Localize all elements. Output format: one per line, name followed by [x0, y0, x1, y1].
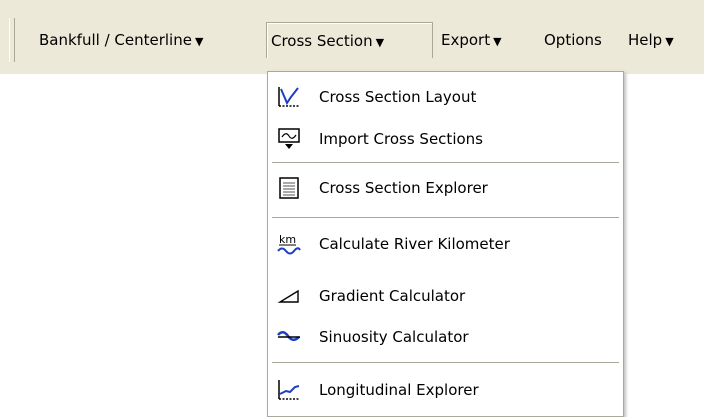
- cross-section-explorer-icon: [276, 176, 302, 200]
- menu-separator: [272, 162, 619, 164]
- menu-separator: [272, 362, 619, 364]
- cross-section-dropdown: Cross Section Layout Import Cross Sectio…: [267, 71, 624, 417]
- menu-bankfull-centerline[interactable]: Bankfull / Centerline ▼: [35, 22, 207, 58]
- menu-item-gradient-calculator[interactable]: Gradient Calculator: [268, 279, 623, 313]
- import-cross-sections-icon: [276, 127, 302, 151]
- menu-export-label: Export: [441, 31, 491, 49]
- menu-item-cross-section-explorer[interactable]: Cross Section Explorer: [268, 171, 623, 205]
- chevron-down-icon: ▼: [194, 35, 204, 48]
- menu-item-label: Import Cross Sections: [319, 130, 483, 148]
- cross-section-layout-icon: [276, 85, 302, 109]
- menu-item-cross-section-layout[interactable]: Cross Section Layout: [268, 80, 623, 114]
- menu-item-label: Sinuosity Calculator: [319, 328, 469, 346]
- menu-toolbar: Bankfull / Centerline ▼ Cross Section ▼ Ex…: [0, 0, 704, 74]
- longitudinal-explorer-icon: [276, 378, 302, 402]
- menu-item-import-cross-sections[interactable]: Import Cross Sections: [268, 122, 623, 156]
- menu-item-label: Cross Section Explorer: [319, 179, 488, 197]
- menu-item-calculate-river-kilometer[interactable]: km Calculate River Kilometer: [268, 227, 623, 261]
- chevron-down-icon: ▼: [665, 35, 674, 48]
- menu-item-label: Cross Section Layout: [319, 88, 477, 106]
- menu-export[interactable]: Export ▼: [437, 22, 506, 58]
- menu-item-sinuosity-calculator[interactable]: Sinuosity Calculator: [268, 320, 623, 354]
- menu-help[interactable]: Help ▼: [624, 22, 678, 58]
- menu-help-label: Help: [628, 31, 663, 49]
- menu-options[interactable]: Options: [540, 22, 606, 58]
- chevron-down-icon: ▼: [493, 35, 502, 48]
- toolbar-grip[interactable]: [9, 18, 15, 62]
- sinuosity-icon: [276, 325, 302, 349]
- menu-separator: [272, 217, 619, 219]
- menu-item-label: Calculate River Kilometer: [319, 235, 510, 253]
- chevron-down-icon: ▼: [375, 36, 385, 49]
- menu-item-label: Longitudinal Explorer: [319, 381, 479, 399]
- menu-options-label: Options: [544, 31, 602, 49]
- km-icon-text: km: [279, 233, 296, 246]
- gradient-icon: [276, 284, 302, 308]
- river-kilometer-icon: km: [276, 232, 302, 256]
- menu-bankfull-centerline-label: Bankfull / Centerline: [39, 31, 192, 49]
- menu-item-longitudinal-explorer[interactable]: Longitudinal Explorer: [268, 373, 623, 407]
- menu-item-label: Gradient Calculator: [319, 287, 466, 305]
- menu-cross-section[interactable]: Cross Section ▼: [266, 22, 433, 58]
- menu-cross-section-label: Cross Section: [271, 32, 373, 50]
